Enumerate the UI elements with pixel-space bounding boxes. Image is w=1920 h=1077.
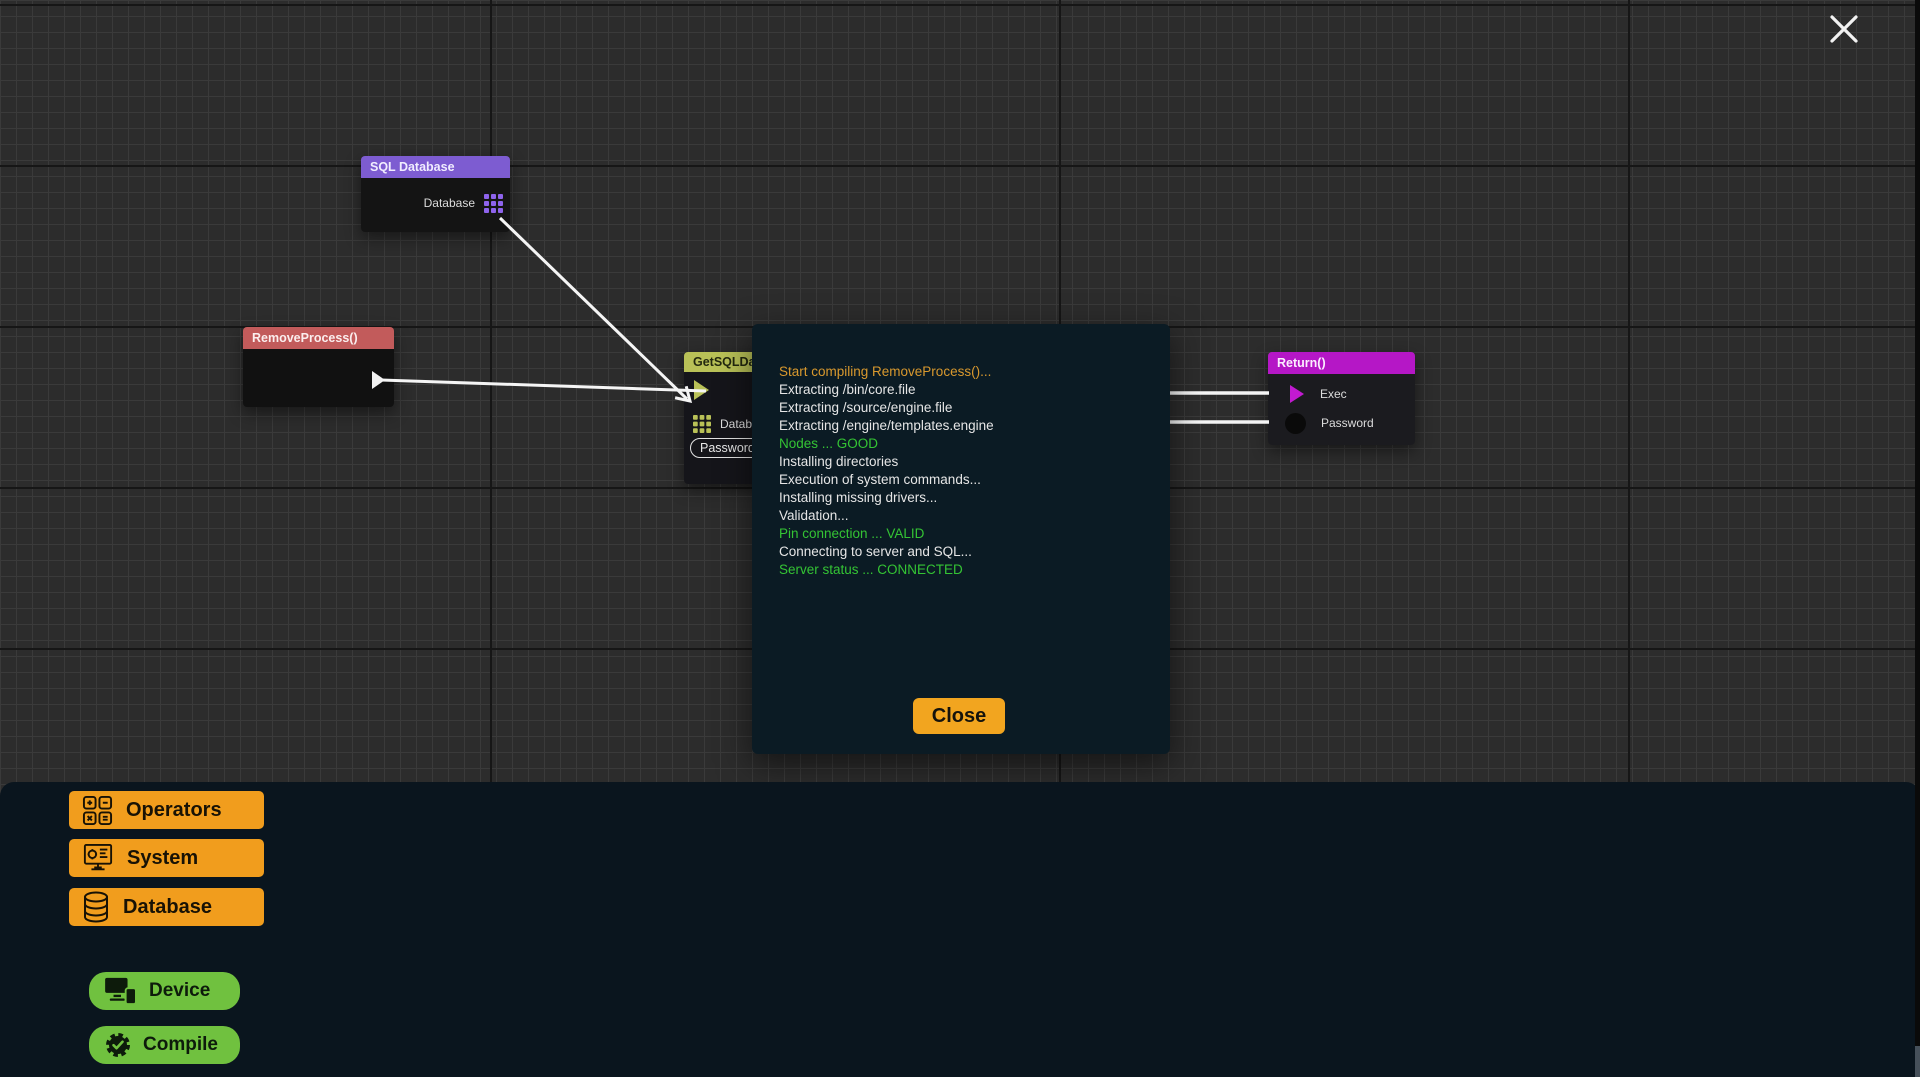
log-line: Pin connection ... VALID bbox=[779, 525, 1154, 543]
log-line: Validation... bbox=[779, 507, 1154, 525]
compile-button[interactable]: Compile bbox=[89, 1026, 240, 1064]
operators-button[interactable]: Operators bbox=[69, 791, 264, 829]
system-icon bbox=[82, 843, 114, 873]
log-line: Connecting to server and SQL... bbox=[779, 543, 1154, 561]
close-button[interactable]: Close bbox=[913, 698, 1005, 734]
operators-label: Operators bbox=[126, 799, 222, 822]
compile-label: Compile bbox=[143, 1034, 218, 1056]
pin-label-database: Database bbox=[424, 196, 475, 210]
password-input-pin-icon[interactable] bbox=[1285, 413, 1306, 434]
node-title: SQL Database bbox=[361, 156, 510, 178]
scrollbar-thumb[interactable] bbox=[1915, 1046, 1920, 1077]
database-button[interactable]: Database bbox=[69, 888, 264, 926]
compile-icon bbox=[104, 1031, 132, 1059]
node-return[interactable]: Return() Exec Password bbox=[1268, 352, 1415, 445]
log-line: Extracting /engine/templates.engine bbox=[779, 417, 1154, 435]
log-line: Extracting /bin/core.file bbox=[779, 381, 1154, 399]
log-line: Start compiling RemoveProcess()... bbox=[779, 363, 1154, 381]
operators-icon bbox=[82, 795, 113, 826]
compile-log-modal: Start compiling RemoveProcess()... Extra… bbox=[752, 324, 1170, 754]
palette-panel: Operators System bbox=[0, 782, 1920, 1077]
node-sql-database[interactable]: SQL Database Database bbox=[361, 156, 510, 232]
database-grid-pin-icon[interactable] bbox=[693, 415, 711, 433]
scrollbar-track[interactable] bbox=[1915, 0, 1920, 1077]
log-line: Execution of system commands... bbox=[779, 471, 1154, 489]
log-line: Extracting /source/engine.file bbox=[779, 399, 1154, 417]
node-body: Database bbox=[361, 178, 510, 232]
node-body bbox=[243, 349, 394, 407]
wire-database-to-getsqldata bbox=[500, 218, 687, 399]
pin-label-exec: Exec bbox=[1320, 387, 1347, 401]
wire-exec-removeprocess-to-getsqldata bbox=[381, 380, 706, 391]
log-line: Server status ... CONNECTED bbox=[779, 561, 1154, 579]
log-line: Nodes ... GOOD bbox=[779, 435, 1154, 453]
node-editor-canvas[interactable]: SQL Database Database RemoveProcess() bbox=[0, 0, 1920, 1077]
exec-input-pin-icon[interactable] bbox=[1290, 385, 1304, 403]
log-line: Installing missing drivers... bbox=[779, 489, 1154, 507]
system-button[interactable]: System bbox=[69, 839, 264, 877]
exec-input-pin-icon[interactable] bbox=[694, 380, 709, 400]
exec-output-pin-icon[interactable] bbox=[372, 371, 385, 389]
database-grid-pin-icon[interactable] bbox=[484, 194, 503, 213]
close-icon[interactable] bbox=[1824, 10, 1864, 50]
database-label: Database bbox=[123, 896, 212, 919]
device-label: Device bbox=[149, 980, 210, 1002]
system-label: System bbox=[127, 847, 198, 870]
device-button[interactable]: Device bbox=[89, 972, 240, 1010]
compile-log: Start compiling RemoveProcess()... Extra… bbox=[779, 363, 1154, 579]
log-line: Installing directories bbox=[779, 453, 1154, 471]
node-body: Exec Password bbox=[1268, 374, 1415, 445]
pin-label-password: Password bbox=[1321, 416, 1374, 430]
device-icon bbox=[104, 977, 138, 1005]
node-title: Return() bbox=[1268, 352, 1415, 374]
database-icon bbox=[82, 891, 110, 923]
node-remove-process[interactable]: RemoveProcess() bbox=[243, 327, 394, 407]
node-title: RemoveProcess() bbox=[243, 327, 394, 349]
